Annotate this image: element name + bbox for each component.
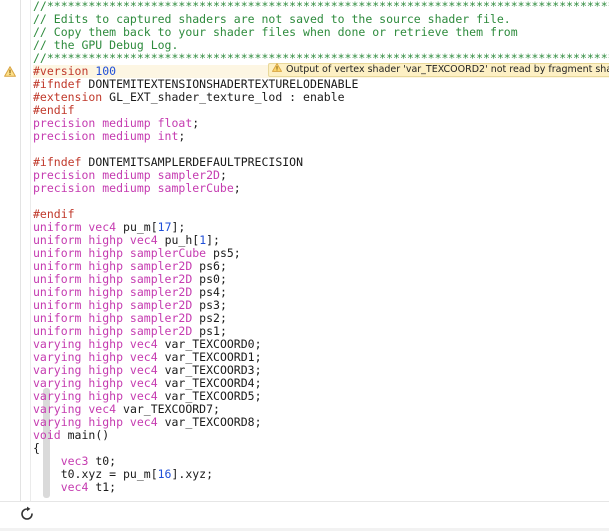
code-token: ps5; — [213, 246, 241, 260]
code-token: { — [33, 441, 40, 455]
code-token: // Copy them back to your shader files w… — [33, 25, 518, 39]
refresh-button[interactable] — [16, 505, 38, 527]
code-token: t0; — [95, 454, 116, 468]
code-token: 17 — [158, 220, 172, 234]
code-token: ; — [220, 168, 227, 182]
code-token: precision mediump — [33, 168, 158, 182]
code-token: uniform highp samplerCube — [33, 246, 213, 260]
code-token: int — [158, 129, 179, 143]
code-token: uniform highp sampler2D — [33, 259, 199, 273]
warning-triangle-icon — [4, 66, 16, 77]
code-token: // the GPU Debug Log. — [33, 38, 178, 52]
code-token: ps3; — [199, 298, 227, 312]
code-token: ps1; — [199, 324, 227, 338]
code-token: uniform highp sampler2D — [33, 298, 199, 312]
code-token: ; — [178, 129, 185, 143]
code-line[interactable]: vec4 t1; — [33, 481, 609, 494]
code-token: var_TEXCOORD4; — [165, 376, 262, 390]
code-token: uniform highp sampler2D — [33, 311, 199, 325]
code-token: varying highp vec4 — [33, 350, 165, 364]
code-token: DONTEMITSAMPLERDEFAULTPRECISION — [88, 155, 303, 169]
code-token: void — [33, 428, 68, 442]
code-token: ; — [234, 181, 241, 195]
code-line[interactable]: { — [33, 442, 609, 455]
code-token: varying highp vec4 — [33, 376, 165, 390]
code-token: t1; — [95, 480, 116, 494]
code-token: varying highp vec4 — [33, 363, 165, 377]
code-token: var_TEXCOORD5; — [165, 389, 262, 403]
code-token: uniform highp sampler2D — [33, 324, 199, 338]
vertical-scrollbar-track[interactable] — [21, 0, 30, 501]
code-token: pu_h[ — [165, 233, 200, 247]
refresh-icon — [19, 506, 35, 526]
code-token: ps6; — [199, 259, 227, 273]
code-token: var_TEXCOORD8; — [165, 415, 262, 429]
gutter-warning-marker[interactable] — [3, 65, 17, 78]
shader-editor-window: //**************************************… — [0, 0, 609, 531]
code-token: #ifndef — [33, 77, 88, 91]
code-line[interactable]: t0.xyz = pu_m[16].xyz; — [33, 468, 609, 481]
code-token: vec3 — [33, 454, 95, 468]
code-line[interactable]: void main() — [33, 429, 609, 442]
code-token: ps4; — [199, 285, 227, 299]
code-token: sampler2D — [158, 168, 220, 182]
code-token: varying highp vec4 — [33, 389, 165, 403]
code-token: #endif — [33, 103, 75, 117]
code-token: precision mediump — [33, 181, 158, 195]
code-token: pu_m[ — [123, 220, 158, 234]
code-token: uniform highp sampler2D — [33, 272, 199, 286]
code-line[interactable] — [33, 195, 609, 208]
code-token: #extension — [33, 90, 109, 104]
code-token: 100 — [95, 64, 116, 78]
code-line[interactable]: precision mediump int; — [33, 130, 609, 143]
code-token: ps0; — [199, 272, 227, 286]
code-token: var_TEXCOORD3; — [165, 363, 262, 377]
inline-warning-badge[interactable]: Output of vertex shader 'var_TEXCOORD2' … — [268, 63, 609, 77]
code-token: uniform highp vec4 — [33, 233, 165, 247]
warning-message: Output of vertex shader 'var_TEXCOORD2' … — [286, 65, 609, 75]
code-token: ]; — [172, 220, 186, 234]
code-token: t0.xyz = pu_m[ — [33, 467, 158, 481]
code-token: ps2; — [199, 311, 227, 325]
code-token: var_TEXCOORD1; — [165, 350, 262, 364]
code-line[interactable]: varying highp vec4 var_TEXCOORD8; — [33, 416, 609, 429]
code-editor[interactable]: //**************************************… — [0, 0, 609, 501]
code-token: precision mediump — [33, 129, 158, 143]
code-token: #version — [33, 64, 95, 78]
code-line[interactable]: precision mediump samplerCube; — [33, 182, 609, 195]
code-token: float — [158, 116, 193, 130]
code-token: varying vec4 — [33, 402, 123, 416]
code-token: ; — [192, 116, 199, 130]
code-token: ].xyz; — [171, 467, 213, 481]
warning-triangle-icon — [272, 63, 282, 77]
code-token: #ifndef — [33, 155, 88, 169]
code-token: samplerCube — [158, 181, 234, 195]
code-token: varying highp vec4 — [33, 337, 165, 351]
code-token: uniform vec4 — [33, 220, 123, 234]
editor-gutter[interactable] — [0, 0, 20, 501]
code-token: // Edits to captured shaders are not sav… — [33, 12, 511, 26]
code-token: var_TEXCOORD7; — [123, 402, 220, 416]
bottom-toolbar — [0, 501, 609, 531]
code-line[interactable]: #extension GL_EXT_shader_texture_lod : e… — [33, 91, 609, 104]
code-token: var_TEXCOORD0; — [165, 337, 262, 351]
code-token: uniform highp sampler2D — [33, 285, 199, 299]
code-token: varying highp vec4 — [33, 415, 165, 429]
code-token: DONTEMITEXTENSIONSHADERTEXTURELODENABLE — [88, 77, 358, 91]
code-token: 16 — [158, 467, 172, 481]
code-token: precision mediump — [33, 116, 158, 130]
code-token: ]; — [206, 233, 220, 247]
code-token: main() — [68, 428, 110, 442]
code-token: vec4 — [33, 480, 95, 494]
code-token: #endif — [33, 207, 75, 221]
code-token: GL_EXT_shader_texture_lod : enable — [109, 90, 344, 104]
